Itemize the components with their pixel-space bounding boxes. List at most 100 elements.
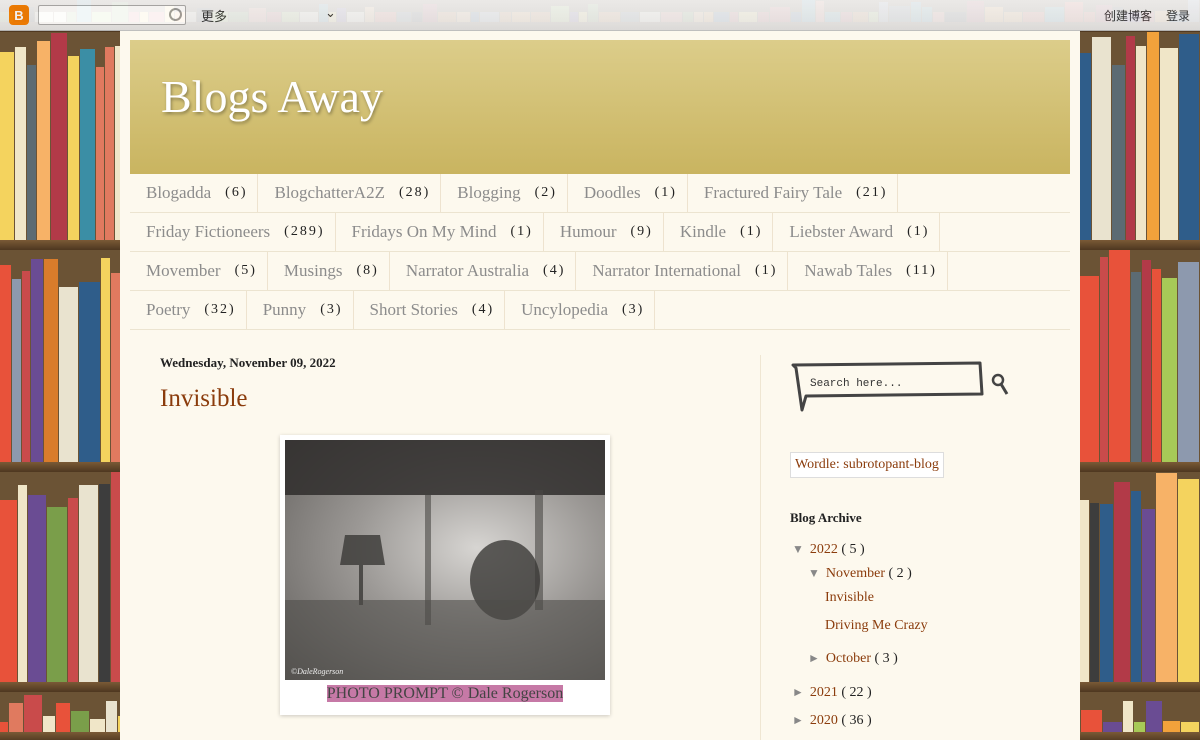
post-title[interactable]: Invisible xyxy=(160,385,720,413)
create-blog-link[interactable]: 创建博客 xyxy=(1104,7,1152,24)
label-link[interactable]: Punny xyxy=(247,291,316,329)
login-link[interactable]: 登录 xyxy=(1166,7,1190,24)
book-spine xyxy=(1141,509,1156,682)
label-link[interactable]: BlogchatterA2Z xyxy=(258,174,394,212)
labels-row: Friday Fictioneers (289) Fridays On My Mi… xyxy=(130,213,1070,252)
archive-post-link[interactable]: Driving Me Crazy xyxy=(825,618,928,634)
book-spine xyxy=(26,65,36,240)
chevron-down-icon[interactable]: ⌄ xyxy=(325,5,336,21)
label-link[interactable]: Narrator Australia xyxy=(390,252,539,290)
book-spine xyxy=(23,695,42,732)
book-spine xyxy=(1135,46,1147,240)
label-count: (4) xyxy=(468,291,506,329)
label-link[interactable]: Blogadda xyxy=(130,174,221,212)
archive-year-2022[interactable]: ▼ 2022 ( 5 ) xyxy=(792,542,865,558)
blog-title[interactable]: Blogs Away xyxy=(161,70,383,123)
archive-month-october[interactable]: ► October ( 3 ) xyxy=(808,651,898,667)
blogger-logo-icon[interactable]: B xyxy=(9,5,29,25)
label-link[interactable]: Friday Fictioneers xyxy=(130,213,280,251)
label-count: (28) xyxy=(395,174,442,212)
book-spine xyxy=(105,701,117,732)
column-divider xyxy=(760,355,761,740)
triangle-down-icon[interactable]: ▼ xyxy=(808,566,820,580)
archive-count: ( 3 ) xyxy=(874,651,898,666)
blog-archive-title: Blog Archive xyxy=(790,510,862,525)
book-spine xyxy=(1099,257,1108,462)
label-link[interactable]: Short Stories xyxy=(354,291,468,329)
more-menu[interactable]: 更多 xyxy=(201,6,227,25)
label-link[interactable]: Liebster Award xyxy=(773,213,903,251)
caption-text: PHOTO PROMPT © Dale Rogerson xyxy=(326,685,564,702)
book-spine xyxy=(1152,269,1162,462)
book-spine xyxy=(17,485,27,682)
book-spine xyxy=(0,265,11,462)
book-spine xyxy=(1113,482,1130,682)
archive-post-link[interactable]: Invisible xyxy=(825,590,874,606)
book-spine xyxy=(11,279,21,462)
triangle-right-icon[interactable]: ► xyxy=(792,685,804,699)
photo-shadows xyxy=(285,440,605,680)
book-spine xyxy=(30,259,43,462)
label-link[interactable]: Kindle xyxy=(664,213,736,251)
book-spine xyxy=(1146,701,1163,732)
archive-month-label[interactable]: November xyxy=(826,566,885,581)
archive-year-2020[interactable]: ► 2020 ( 36 ) xyxy=(792,713,872,729)
book-spine xyxy=(1179,34,1199,240)
label-link[interactable]: Humour xyxy=(544,213,627,251)
book-spine xyxy=(1147,31,1160,240)
search-icon xyxy=(991,373,1005,387)
label-count: (1) xyxy=(736,213,774,251)
archive-month-label[interactable]: October xyxy=(826,651,871,666)
blog-post: Wednesday, November 09, 2022 Invisible ©… xyxy=(160,355,720,715)
label-count: (4) xyxy=(539,252,577,290)
triangle-right-icon[interactable]: ► xyxy=(808,651,820,665)
search-icon[interactable] xyxy=(169,8,182,21)
labels-widget: Blogadda (6) BlogchatterA2Z (28) Blogging(… xyxy=(130,174,1070,330)
book-spine xyxy=(105,47,114,240)
book-spine xyxy=(1091,37,1111,240)
label-count: (8) xyxy=(353,252,390,290)
triangle-right-icon[interactable]: ► xyxy=(792,713,804,727)
content-outer: Blogs Away Blogadda (6) BlogchatterA2Z (28… xyxy=(120,30,1080,740)
labels-row: Poetry (32) Punny (3) Short Stories (4) Unc… xyxy=(130,291,1070,330)
book-spine xyxy=(21,271,30,462)
book-spine xyxy=(79,282,101,462)
label-link[interactable]: Narrator International xyxy=(576,252,751,290)
archive-year-label[interactable]: 2021 xyxy=(810,685,838,700)
triangle-down-icon[interactable]: ▼ xyxy=(792,542,804,556)
label-link[interactable]: Nawab Tales xyxy=(788,252,902,290)
book-spine xyxy=(1123,701,1134,732)
book-spine xyxy=(1178,262,1199,462)
archive-month-november[interactable]: ▼ November ( 2 ) xyxy=(808,566,912,582)
label-count: (2) xyxy=(531,174,568,212)
book-spine xyxy=(68,56,80,240)
label-count: (1) xyxy=(751,252,789,290)
archive-count: ( 5 ) xyxy=(841,542,865,557)
archive-year-2021[interactable]: ► 2021 ( 22 ) xyxy=(792,685,872,701)
label-link[interactable]: Blogging xyxy=(441,174,530,212)
label-link[interactable]: Doodles xyxy=(568,174,651,212)
photo-credit: ©DaleRogerson xyxy=(291,667,344,676)
book-spine xyxy=(43,259,58,462)
book-spine xyxy=(0,500,17,682)
label-count: (3) xyxy=(618,291,656,329)
label-link[interactable]: Musings xyxy=(268,252,353,290)
archive-year-label[interactable]: 2020 xyxy=(810,713,838,728)
photo-caption: PHOTO PROMPT © Dale Rogerson xyxy=(280,685,610,703)
label-link[interactable]: Fractured Fairy Tale xyxy=(688,174,852,212)
book-spine xyxy=(36,41,50,240)
label-link[interactable]: Movember xyxy=(130,252,231,290)
label-link[interactable]: Uncylopedia xyxy=(505,291,618,329)
navbar-search-input[interactable] xyxy=(38,5,186,25)
label-link[interactable]: Fridays On My Mind xyxy=(336,213,507,251)
book-spine xyxy=(1111,65,1125,240)
search-placeholder: Search here... xyxy=(810,378,903,390)
photo-prompt-image[interactable]: ©DaleRogerson xyxy=(285,440,605,680)
archive-year-label[interactable]: 2022 xyxy=(810,542,838,557)
book-spine xyxy=(1156,473,1178,682)
sidebar-search-input[interactable]: Search here... xyxy=(790,360,1009,412)
label-link[interactable]: Poetry xyxy=(130,291,200,329)
wordle-image-link[interactable]: Wordle: subrotopant-blog xyxy=(790,452,944,478)
book-spine xyxy=(79,485,99,682)
book-spine xyxy=(70,711,89,732)
